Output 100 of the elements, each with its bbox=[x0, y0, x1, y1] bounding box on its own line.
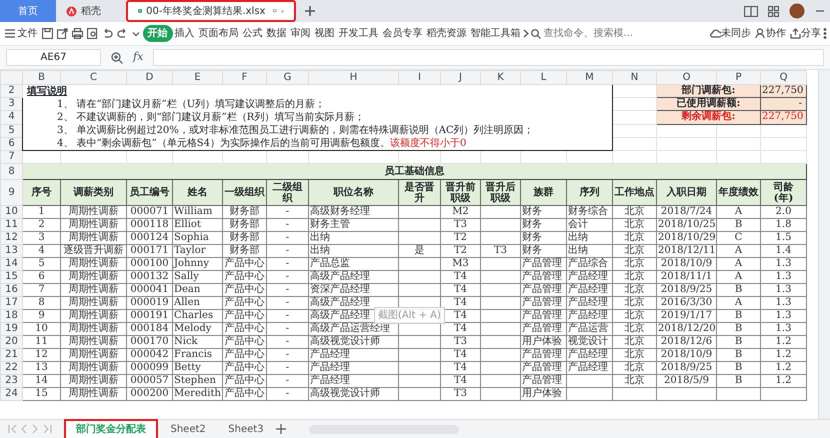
export-icon[interactable] bbox=[57, 28, 68, 39]
table-cell: 用户体验 bbox=[520, 336, 566, 348]
ribbon-tab[interactable]: 插入 bbox=[172, 25, 196, 42]
column-header[interactable]: L bbox=[520, 70, 566, 84]
column-header[interactable]: I bbox=[398, 70, 440, 84]
row-number[interactable]: 3 bbox=[0, 98, 22, 111]
toolbar-action[interactable]: 未同步 bbox=[708, 25, 753, 42]
table-cell: B bbox=[716, 374, 760, 388]
add-sheet-icon[interactable] bbox=[276, 424, 286, 434]
avatar-icon[interactable] bbox=[789, 3, 805, 19]
row-number[interactable]: 7 bbox=[0, 150, 22, 164]
row-number[interactable]: 17 bbox=[0, 296, 22, 310]
column-header[interactable]: F bbox=[222, 70, 266, 84]
column-header[interactable]: O bbox=[656, 70, 716, 84]
row-number[interactable]: 14 bbox=[0, 258, 22, 270]
column-header[interactable]: N bbox=[612, 70, 656, 84]
save-icon[interactable] bbox=[42, 28, 53, 39]
ribbon-tab[interactable]: 稻壳资源 bbox=[424, 25, 468, 42]
column-header[interactable]: K bbox=[480, 70, 520, 84]
ribbon-tab[interactable]: 数据 bbox=[264, 25, 288, 42]
row-number[interactable]: 24 bbox=[0, 388, 22, 400]
row-number[interactable]: 4 bbox=[0, 110, 22, 124]
column-header[interactable]: H bbox=[308, 70, 398, 84]
row-number[interactable]: 22 bbox=[0, 362, 22, 374]
sheet-tab[interactable]: Sheet2 bbox=[160, 420, 216, 438]
column-header[interactable]: D bbox=[126, 70, 172, 84]
zoom-icon[interactable] bbox=[111, 52, 123, 64]
table-cell: 财务综合 bbox=[566, 206, 612, 218]
table-cell: - bbox=[266, 296, 308, 310]
undo-icon[interactable] bbox=[102, 28, 113, 39]
table-cell: 产品中心 bbox=[222, 270, 266, 284]
more-icon[interactable] bbox=[823, 28, 827, 39]
ribbon-tab[interactable]: 视图 bbox=[312, 25, 336, 42]
print-icon[interactable] bbox=[72, 28, 83, 39]
plus-icon[interactable] bbox=[304, 5, 316, 17]
column-header[interactable]: J bbox=[440, 70, 480, 84]
caret-icon[interactable] bbox=[132, 30, 140, 38]
table-header: 序列 bbox=[566, 180, 612, 206]
redo-icon[interactable] bbox=[117, 28, 128, 39]
table-cell: - bbox=[266, 374, 308, 388]
row-number[interactable]: 2 bbox=[0, 84, 22, 98]
table-cell: 周期性调薪 bbox=[60, 270, 126, 284]
row-number[interactable]: 10 bbox=[0, 206, 22, 218]
column-header[interactable]: Q bbox=[760, 70, 806, 84]
sheet-tab[interactable]: Sheet3 bbox=[218, 420, 274, 438]
print-preview-icon[interactable] bbox=[87, 28, 98, 39]
ribbon-tab[interactable]: 智能工具箱 bbox=[468, 25, 522, 42]
name-box[interactable]: AE67 bbox=[6, 49, 101, 66]
window-tab[interactable]: 00-年终奖金测算结果.xlsx bbox=[126, 0, 296, 22]
row-number[interactable]: 18 bbox=[0, 310, 22, 322]
row-number[interactable]: 23 bbox=[0, 374, 22, 388]
table-cell: B bbox=[716, 218, 760, 232]
row-number[interactable]: 9 bbox=[0, 180, 22, 206]
ribbon-tab[interactable]: 公式 bbox=[240, 25, 264, 42]
table-cell: 产品管理 bbox=[520, 296, 566, 310]
table-cell: 000100 bbox=[126, 258, 172, 270]
table-cell: 8 bbox=[22, 296, 60, 310]
table-cell: - bbox=[266, 218, 308, 232]
row-number[interactable]: 19 bbox=[0, 322, 22, 336]
row-number[interactable]: 12 bbox=[0, 232, 22, 244]
file-menu[interactable]: 文件 bbox=[3, 25, 40, 42]
row-number[interactable]: 16 bbox=[0, 284, 22, 296]
column-header[interactable]: G bbox=[266, 70, 308, 84]
row-number[interactable]: 6 bbox=[0, 137, 22, 150]
table-cell: 财务部 bbox=[222, 232, 266, 244]
table-cell: - bbox=[266, 322, 308, 336]
row-number[interactable]: 20 bbox=[0, 336, 22, 348]
table-cell: 2018/10/9 bbox=[656, 258, 716, 270]
split-view-icon[interactable] bbox=[744, 6, 758, 16]
formula-field[interactable] bbox=[153, 49, 824, 66]
ribbon-tab[interactable]: 会员专享 bbox=[380, 25, 424, 42]
toolbar-action[interactable]: 分享 bbox=[788, 25, 823, 42]
column-header[interactable]: B bbox=[22, 70, 60, 84]
row-number[interactable]: 11 bbox=[0, 218, 22, 232]
row-number[interactable]: 21 bbox=[0, 348, 22, 362]
row-number[interactable]: 15 bbox=[0, 270, 22, 284]
table-cell: 11 bbox=[22, 336, 60, 348]
table-cell: 出纳 bbox=[566, 232, 612, 244]
table-cell: 1.2 bbox=[760, 374, 806, 388]
ribbon-tab[interactable]: 页面布局 bbox=[196, 25, 240, 42]
table-cell: 产品管理 bbox=[520, 322, 566, 336]
row-number[interactable]: 13 bbox=[0, 244, 22, 258]
grid-icon[interactable] bbox=[768, 6, 779, 16]
function-label[interactable]: fx bbox=[133, 49, 144, 66]
ribbon-tab[interactable]: 开发工具 bbox=[336, 25, 380, 42]
column-header[interactable]: M bbox=[566, 70, 612, 84]
window-tab[interactable]: 稻壳 bbox=[56, 0, 126, 22]
column-header[interactable]: C bbox=[60, 70, 126, 84]
toolbar-action[interactable]: 协作 bbox=[753, 25, 788, 42]
table-cell: 产品经理 bbox=[566, 270, 612, 284]
column-header[interactable]: P bbox=[716, 70, 760, 84]
search-field[interactable]: 查找命令、搜索模... bbox=[544, 24, 646, 42]
chevron-right-icon[interactable] bbox=[522, 29, 528, 38]
row-number[interactable]: 8 bbox=[0, 164, 22, 180]
ribbon-tab[interactable]: 审阅 bbox=[288, 25, 312, 42]
row-number[interactable]: 5 bbox=[0, 124, 22, 138]
window-tab[interactable]: 首页 bbox=[0, 0, 56, 22]
table-cell: 会计 bbox=[566, 218, 612, 232]
vertical-scrollbar[interactable] bbox=[818, 70, 830, 419]
column-header[interactable]: E bbox=[172, 70, 222, 84]
